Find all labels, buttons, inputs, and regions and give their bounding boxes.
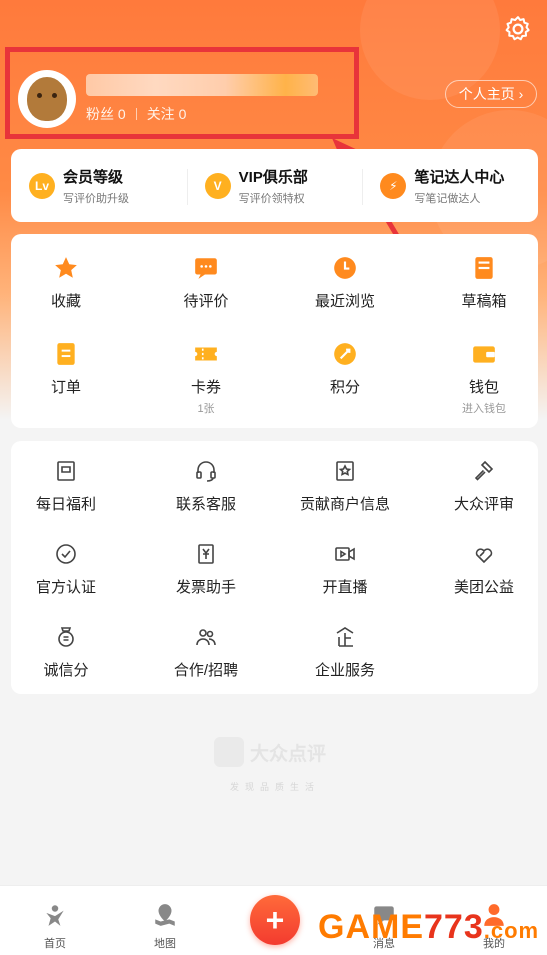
- credit-icon: [52, 623, 80, 651]
- vip-club-sub: 写评价领特权: [238, 192, 305, 205]
- live-icon: [331, 540, 359, 568]
- grid-item-drafts[interactable]: 草稿箱: [429, 254, 539, 311]
- grid-label: 收藏: [50, 293, 81, 310]
- grid-item-merchant-info[interactable]: 贡献商户信息: [290, 457, 400, 514]
- grid-label: 大众评审: [453, 496, 514, 513]
- store-icon: [331, 457, 359, 485]
- grid-label: 合作/招聘: [173, 662, 239, 679]
- watermark-part: AME: [345, 908, 425, 946]
- grid-item-go-live[interactable]: 开直播: [290, 540, 400, 597]
- invoice-icon: [192, 540, 220, 568]
- level-badge-icon: Lv: [29, 172, 55, 199]
- grid-label: 卡券: [190, 379, 221, 396]
- grid-label: 订单: [50, 379, 81, 396]
- star-icon: [52, 254, 80, 282]
- watermark-part: .com: [483, 918, 540, 943]
- grid-label: 官方认证: [35, 579, 96, 596]
- vip-club-title: VIP俱乐部: [238, 168, 308, 186]
- coupon-icon: [192, 340, 220, 368]
- note-expert-center[interactable]: ⚡ 笔记达人中心写笔记做达人: [362, 149, 538, 222]
- grid-item-cooperation-recruitment[interactable]: 合作/招聘: [151, 623, 261, 680]
- dianping-logo-icon: [214, 737, 244, 767]
- watermark-part: G: [318, 908, 346, 946]
- grid-item-official-certification[interactable]: 官方认证: [11, 540, 121, 597]
- grid-item-daily-benefits[interactable]: 每日福利: [11, 457, 121, 514]
- coupon-count: 1张: [197, 403, 215, 415]
- membership-card: Lv 会员等级写评价助升级 V VIP俱乐部写评价领特权 ⚡ 笔记达人中心写笔记…: [11, 149, 538, 222]
- grid-label: 联系客服: [175, 496, 236, 513]
- grid-label: 诚信分: [43, 662, 89, 679]
- check-circle-icon: [52, 540, 80, 568]
- note-expert-title: 笔记达人中心: [414, 168, 505, 186]
- grid-item-customer-service[interactable]: 联系客服: [151, 457, 261, 514]
- grid-item-points[interactable]: 积分: [290, 340, 400, 397]
- shortcut-grid-secondary: 每日福利 联系客服 贡献商户信息 大众评审 官方认证 发票助手 开直播 美团公益…: [11, 441, 538, 694]
- footer-logo-name: 大众点评: [250, 743, 327, 765]
- grid-label: 钱包: [468, 379, 499, 396]
- settings-gear-icon[interactable]: [503, 14, 533, 44]
- watermark-part: 773: [424, 908, 484, 946]
- enterprise-icon: [331, 623, 359, 651]
- grid-label: 待评价: [183, 293, 229, 310]
- grid-item-favorites[interactable]: 收藏: [11, 254, 121, 311]
- lightning-badge-icon: ⚡: [380, 172, 407, 199]
- footer-logo: 大众点评: [214, 737, 326, 767]
- tab-label: 首页: [44, 938, 66, 950]
- draft-icon: [470, 254, 498, 282]
- wallet-hint: 进入钱包: [462, 403, 506, 415]
- people-icon: [192, 623, 220, 651]
- vip-club[interactable]: V VIP俱乐部写评价领特权: [186, 149, 363, 222]
- annotation-highlight-box: [5, 47, 359, 139]
- grid-item-recent[interactable]: 最近浏览: [290, 254, 400, 311]
- grid-label: 每日福利: [35, 496, 96, 513]
- add-button[interactable]: +: [250, 895, 300, 945]
- headset-icon: [192, 457, 220, 485]
- grid-item-coupons[interactable]: 卡券 1张: [151, 340, 261, 416]
- grid-item-pending-review[interactable]: 待评价: [151, 254, 261, 311]
- personal-homepage-button[interactable]: 个人主页 ›: [445, 80, 537, 108]
- home-icon: [46, 905, 64, 926]
- footer-slogan: 发现品质生活: [229, 782, 320, 792]
- grid-item-meituan-charity[interactable]: 美团公益: [429, 540, 539, 597]
- member-level-sub: 写评价助升级: [63, 192, 129, 205]
- order-icon: [52, 340, 80, 368]
- grid-label: 发票助手: [175, 579, 236, 596]
- grid-label: 最近浏览: [314, 293, 375, 310]
- grid-label: 美团公益: [453, 579, 514, 596]
- grid-item-credit-score[interactable]: 诚信分: [11, 623, 121, 680]
- clock-icon: [331, 254, 359, 282]
- vip-badge-icon: V: [204, 172, 231, 199]
- gift-icon: [52, 457, 80, 485]
- tab-home[interactable]: 首页: [25, 902, 85, 951]
- grid-item-public-review[interactable]: 大众评审: [429, 457, 539, 514]
- member-level[interactable]: Lv 会员等级写评价助升级: [11, 149, 187, 222]
- heart-hands-icon: [470, 540, 498, 568]
- grid-label: 积分: [329, 379, 360, 396]
- shortcut-grid-primary: 收藏 待评价 最近浏览 草稿箱 订单 卡券 1张 积分 钱包 进入钱包: [11, 234, 538, 428]
- grid-label: 开直播: [322, 579, 368, 596]
- tab-map[interactable]: 地图: [135, 902, 195, 951]
- gavel-icon: [470, 457, 498, 485]
- map-icon: [155, 904, 175, 926]
- wallet-icon: [470, 340, 498, 368]
- grid-item-enterprise-services[interactable]: 企业服务: [290, 623, 400, 680]
- game773-watermark: GAME773.com: [318, 908, 539, 947]
- grid-label: 草稿箱: [461, 293, 507, 310]
- grid-item-wallet[interactable]: 钱包 进入钱包: [429, 340, 539, 416]
- grid-label: 贡献商户信息: [299, 496, 390, 513]
- grid-item-orders[interactable]: 订单: [11, 340, 121, 397]
- grid-label: 企业服务: [314, 662, 375, 679]
- points-icon: [331, 340, 359, 368]
- member-level-title: 会员等级: [63, 168, 124, 186]
- comment-icon: [192, 254, 220, 282]
- note-expert-sub: 写笔记做达人: [414, 192, 481, 205]
- grid-item-invoice-assistant[interactable]: 发票助手: [151, 540, 261, 597]
- tab-label: 地图: [154, 938, 176, 950]
